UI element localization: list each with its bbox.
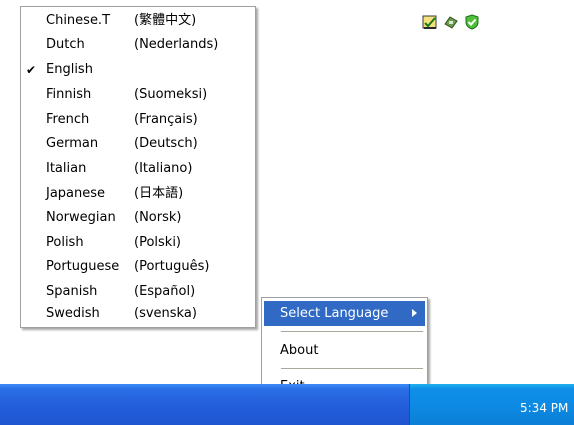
language-name: French	[46, 112, 90, 127]
language-name: Polish	[46, 235, 84, 250]
menu-separator	[281, 331, 423, 332]
select-language-menu-item[interactable]: Select Language	[264, 301, 425, 326]
language-native-name: (日本語)	[134, 186, 184, 201]
language-native-name: (Nederlands)	[134, 37, 219, 52]
menu-item-spanish[interactable]: Spanish (Español)	[21, 281, 255, 303]
menu-item-portuguese[interactable]: Portuguese (Português)	[21, 256, 255, 278]
menu-item-italian[interactable]: Italian (Italiano)	[21, 158, 255, 180]
menu-item-label: Select Language	[280, 306, 389, 321]
language-name: Swedish	[46, 306, 100, 321]
language-native-name: (Italiano)	[134, 161, 193, 176]
menu-item-swedish[interactable]: Swedish (svenska)	[21, 303, 255, 325]
desktop-screen: Chinese.T (繁體中文) Dutch (Nederlands) ✔ En…	[0, 0, 574, 425]
clock[interactable]: 5:34 PM	[520, 401, 568, 415]
language-name: Dutch	[46, 37, 85, 52]
menu-item-english[interactable]: ✔ English	[21, 59, 255, 81]
menu-item-french[interactable]: French (Français)	[21, 109, 255, 131]
submenu-arrow-icon	[412, 309, 417, 317]
menu-item-norwegian[interactable]: Norwegian (Norsk)	[21, 207, 255, 229]
language-name: Portuguese	[46, 259, 120, 274]
menu-separator	[281, 368, 423, 369]
network-tray-icon[interactable]	[443, 14, 459, 30]
security-shield-icon[interactable]	[464, 14, 480, 30]
language-native-name: (繁體中文)	[134, 13, 197, 28]
language-name: Japanese	[46, 186, 106, 201]
menu-item-label: About	[280, 343, 319, 358]
language-native-name: (Español)	[134, 284, 196, 299]
app-tray-icon[interactable]	[422, 14, 438, 30]
language-submenu: Chinese.T (繁體中文) Dutch (Nederlands) ✔ En…	[20, 6, 256, 328]
language-native-name: (svenska)	[134, 306, 197, 321]
menu-item-german[interactable]: German (Deutsch)	[21, 133, 255, 155]
language-native-name: (Norsk)	[134, 210, 182, 225]
language-native-name: (Deutsch)	[134, 136, 198, 151]
language-native-name: (Polski)	[134, 235, 181, 250]
menu-item-finnish[interactable]: Finnish (Suomeksi)	[21, 84, 255, 106]
language-native-name: (Suomeksi)	[134, 87, 208, 102]
language-name: German	[46, 136, 99, 151]
menu-item-chinese-t[interactable]: Chinese.T (繁體中文)	[21, 10, 255, 32]
check-icon: ✔	[26, 63, 37, 77]
menu-item-dutch[interactable]: Dutch (Nederlands)	[21, 34, 255, 56]
language-name: English	[46, 62, 93, 77]
language-name: Spanish	[46, 284, 98, 299]
language-name: Chinese.T	[46, 13, 111, 28]
menu-item-polish[interactable]: Polish (Polski)	[21, 232, 255, 254]
language-name: Finnish	[46, 87, 92, 102]
language-name: Norwegian	[46, 210, 116, 225]
about-menu-item[interactable]: About	[264, 338, 425, 363]
menu-item-japanese[interactable]: Japanese (日本語)	[21, 183, 255, 205]
language-native-name: (Português)	[134, 259, 210, 274]
language-native-name: (Français)	[134, 112, 198, 127]
language-name: Italian	[46, 161, 87, 176]
